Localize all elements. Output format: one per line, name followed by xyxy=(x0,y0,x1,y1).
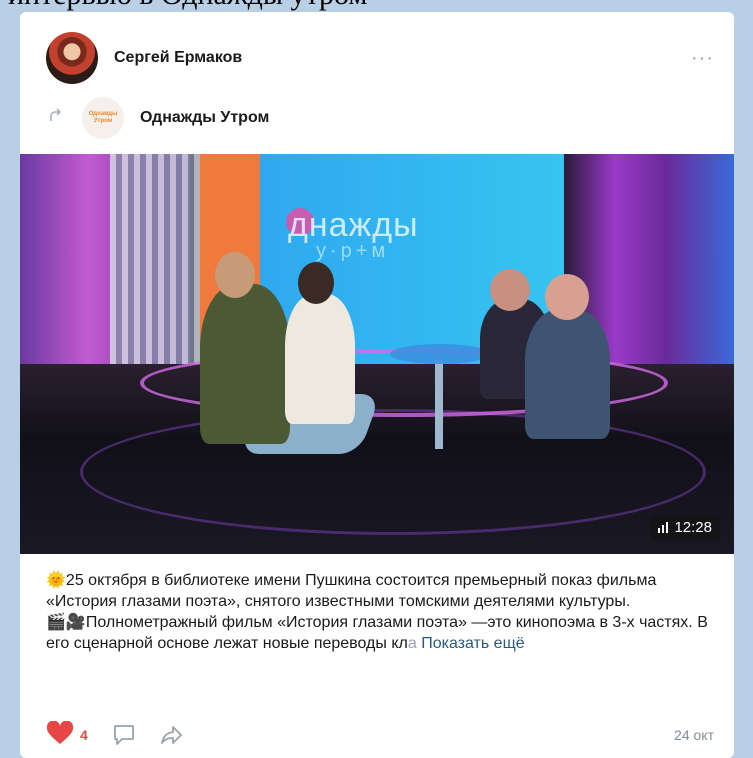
repost-source: Однажды Утром Однажды Утром xyxy=(48,96,714,140)
repost-arrow-icon xyxy=(48,107,66,129)
post-date[interactable]: 24 окт xyxy=(674,727,714,743)
page-fragment-text: интервью в Однажды утром xyxy=(0,0,753,12)
like-count: 4 xyxy=(80,727,88,743)
share-icon[interactable] xyxy=(160,724,184,746)
comment-icon[interactable] xyxy=(112,724,136,746)
author-name[interactable]: Сергей Ермаков xyxy=(114,49,242,67)
group-logo[interactable]: Однажды Утром xyxy=(82,97,124,139)
like-button[interactable]: 4 xyxy=(46,719,88,750)
heart-icon xyxy=(46,719,74,750)
post-text-line-truncated: 🎬🎥Полнометражный фильм «История глазами … xyxy=(46,612,714,654)
post-card: Сергей Ермаков ··· Однажды Утром Однажды… xyxy=(20,12,734,758)
avatar[interactable] xyxy=(46,32,98,84)
video-thumbnail: днажды у·р+м xyxy=(20,154,734,554)
more-options-icon[interactable]: ··· xyxy=(691,47,714,70)
group-name[interactable]: Однажды Утром xyxy=(140,109,269,127)
video-overlay-subtitle: у·р+м xyxy=(316,240,390,262)
show-more-link[interactable]: Показать ещё xyxy=(421,635,524,652)
post-text-fade: а xyxy=(407,635,417,652)
signal-bars-icon xyxy=(658,522,669,533)
video-player[interactable]: днажды у·р+м 12:28 xyxy=(20,154,734,554)
post-actions: 4 24 окт xyxy=(46,719,714,750)
post-header: Сергей Ермаков ··· xyxy=(46,30,714,86)
group-logo-text: Однажды Утром xyxy=(88,111,118,124)
video-duration-badge: 12:28 xyxy=(650,515,720,540)
post-text: 🌞25 октября в библиотеке имени Пушкина с… xyxy=(46,570,714,654)
video-duration: 12:28 xyxy=(674,519,712,536)
post-text-line: 🎬🎥Полнометражный фильм «История глазами … xyxy=(46,614,708,652)
post-text-line: 🌞25 октября в библиотеке имени Пушкина с… xyxy=(46,572,657,610)
